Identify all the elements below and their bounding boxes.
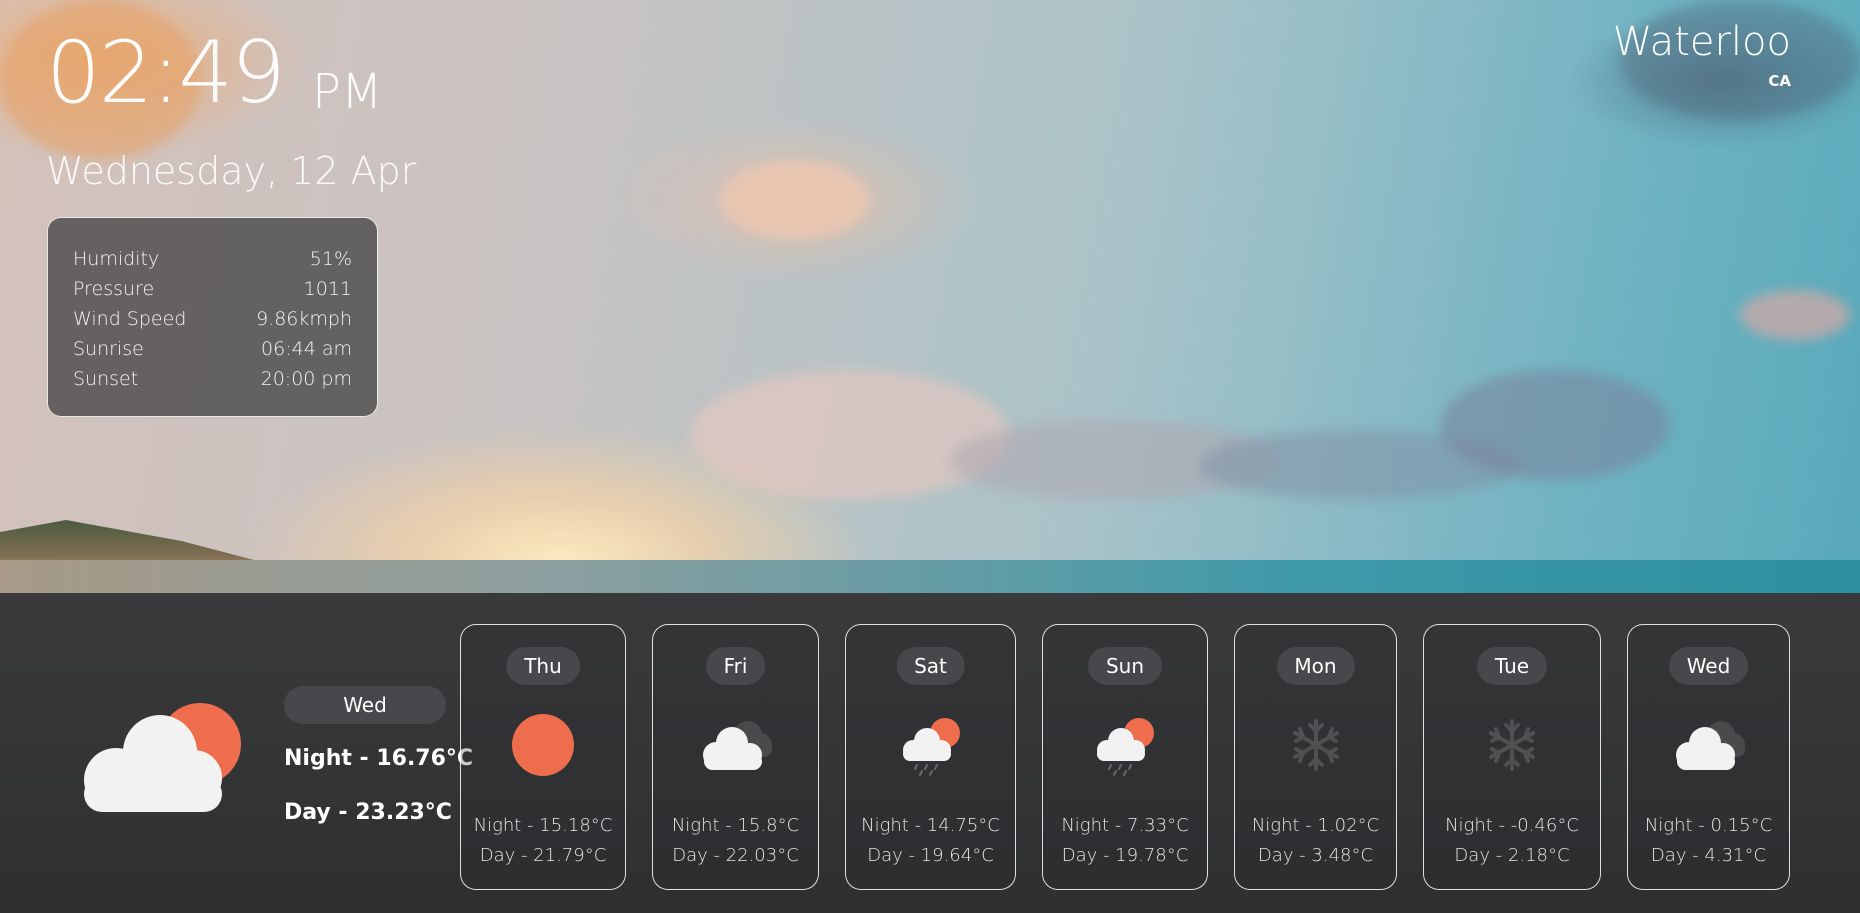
forecast-card-tue[interactable]: Tue Night - -0.46°C Day - 2.18°C [1423,624,1601,890]
snowflake-icon [1489,719,1535,771]
rain-partly-sunny-icon [902,718,960,776]
forecast-card-sun[interactable]: Sun Night - 7.33°C Day - 19.78°C [1042,624,1208,890]
forecast-night-temp: Night - 15.18°C [473,815,613,836]
forecast-card-thu[interactable]: Thu Night - 15.18°C Day - 21.79°C [460,624,626,890]
forecast-day-label: Fri [705,647,766,685]
forecast-day-temp: Day - 21.79°C [479,845,607,866]
sun-icon [512,714,574,776]
detail-label: Humidity [73,248,160,270]
current-day-temp: Day - 23.23°C [284,800,452,825]
partly-cloudy-day-icon [84,703,241,812]
forecast-card-fri[interactable]: Fri Night - 15.8°C Day - 22.03°C [652,624,819,890]
forecast-day-label: Mon [1276,647,1355,685]
detail-value: 06:44 am [261,338,352,360]
forecast-night-temp: Night - 1.02°C [1251,815,1380,836]
forecast-night-temp: Night - -0.46°C [1445,815,1579,836]
detail-value: 1011 [303,278,352,300]
forecast-day-temp: Day - 4.31°C [1650,845,1767,866]
snowflake-icon [1292,719,1339,771]
detail-value: 9.86kmph [256,308,352,330]
detail-label: Sunset [73,368,139,390]
location-city: Waterloo [1612,19,1791,65]
forecast-day-temp: Day - 2.18°C [1454,845,1570,866]
detail-row-sunrise: Sunrise 06:44 am [73,334,352,364]
rain-partly-sunny-icon [1097,718,1154,776]
forecast-day-temp: Day - 19.78°C [1061,845,1189,866]
detail-row-sunset: Sunset 20:00 pm [73,364,352,394]
detail-value: 20:00 pm [260,368,352,390]
forecast-day-temp: Day - 22.03°C [672,845,799,866]
forecast-night-temp: Night - 7.33°C [1061,815,1189,836]
detail-value: 51% [309,248,352,270]
weather-details-card: Humidity 51% Pressure 1011 Wind Speed 9.… [47,217,378,417]
current-night-temp: Night - 16.76°C [284,746,474,771]
forecast-card-sat[interactable]: Sat Night - 14.75°C Day - 19.64°C [845,624,1016,890]
forecast-day-label: Wed [1668,647,1749,685]
forecast-day-temp: Day - 3.48°C [1257,845,1374,866]
current-date: Wednesday, 12 Apr [46,149,417,193]
detail-row-pressure: Pressure 1011 [73,274,352,304]
detail-row-humidity: Humidity 51% [73,244,352,274]
detail-label: Pressure [73,278,155,300]
clock-time: 02:49 [46,23,286,123]
current-day-label: Wed [284,686,446,724]
detail-label: Sunrise [73,338,144,360]
forecast-night-temp: Night - 0.15°C [1644,815,1773,836]
forecast-night-temp: Night - 14.75°C [861,815,1000,836]
detail-label: Wind Speed [73,308,187,330]
forecast-card-wed[interactable]: Wed Night - 0.15°C Day - 4.31°C [1627,624,1790,890]
ocean-horizon [0,560,1860,593]
forecast-card-mon[interactable]: Mon Night - 1.02°C Day - 3.48°C [1234,624,1397,890]
forecast-day-label: Thu [506,647,580,685]
forecast-night-temp: Night - 15.8°C [671,815,800,836]
overcast-clouds-icon [1675,721,1745,770]
forecast-day-label: Sun [1087,647,1163,685]
detail-row-wind-speed: Wind Speed 9.86kmph [73,304,352,334]
clock-ampm: PM [312,64,383,120]
forecast-day-label: Tue [1476,647,1548,685]
location-country: CA [1768,72,1791,90]
overcast-clouds-icon [702,721,772,770]
forecast-day-label: Sat [896,647,965,685]
forecast-day-temp: Day - 19.64°C [867,845,994,866]
